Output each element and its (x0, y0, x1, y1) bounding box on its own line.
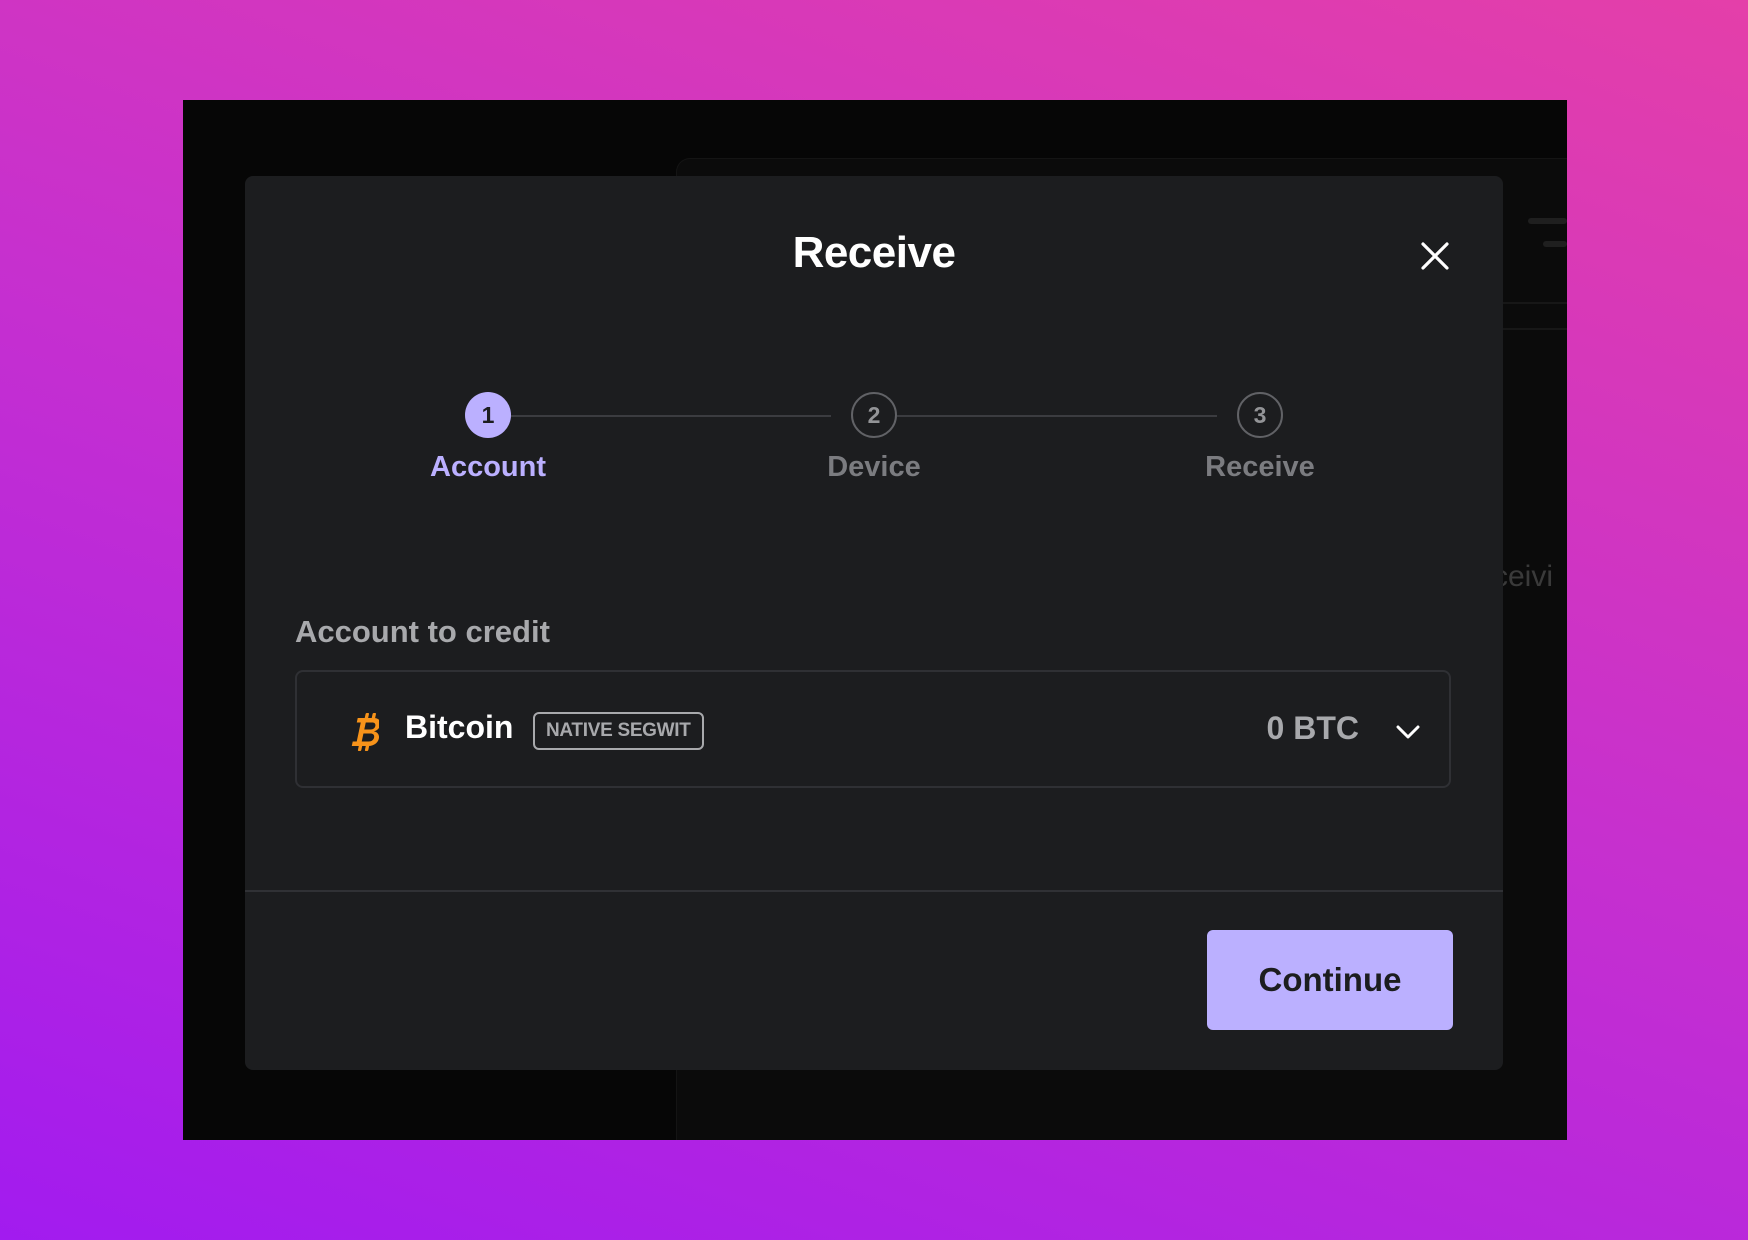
stepper: 1 Account 2 Device 3 Receive (245, 392, 1503, 502)
footer-divider (245, 890, 1503, 892)
background-divider (1503, 302, 1567, 304)
step-label: Device (827, 451, 921, 483)
background-menu-icon (1528, 218, 1567, 224)
step-number: 2 (851, 392, 897, 438)
background-menu-icon-bar (1543, 241, 1567, 247)
step-label: Account (430, 451, 546, 483)
step-account: 1 Account (388, 392, 588, 484)
account-name: Bitcoin (405, 709, 514, 745)
step-receive: 3 Receive (1160, 392, 1360, 484)
receive-modal: Receive 1 Account 2 Device 3 Receive Acc… (245, 176, 1503, 1070)
account-field-label: Account to credit (295, 614, 550, 649)
step-label: Receive (1205, 451, 1315, 483)
step-number: 3 (1237, 392, 1283, 438)
step-number: 1 (465, 392, 511, 438)
modal-title: Receive (792, 228, 956, 277)
chevron-down-icon (1396, 725, 1420, 739)
continue-button[interactable]: Continue (1207, 930, 1453, 1030)
bitcoin-icon (351, 713, 379, 751)
close-button[interactable] (1419, 240, 1451, 272)
step-device: 2 Device (774, 392, 974, 484)
app-window: ceivi Receive 1 Account 2 Device 3 Recei… (183, 100, 1567, 1140)
account-type-badge: NATIVE SEGWIT (533, 712, 704, 750)
background-divider (1503, 328, 1567, 330)
close-icon (1421, 242, 1449, 270)
account-dropdown[interactable]: Bitcoin NATIVE SEGWIT 0 BTC (295, 670, 1451, 788)
account-balance: 0 BTC (1266, 710, 1359, 746)
